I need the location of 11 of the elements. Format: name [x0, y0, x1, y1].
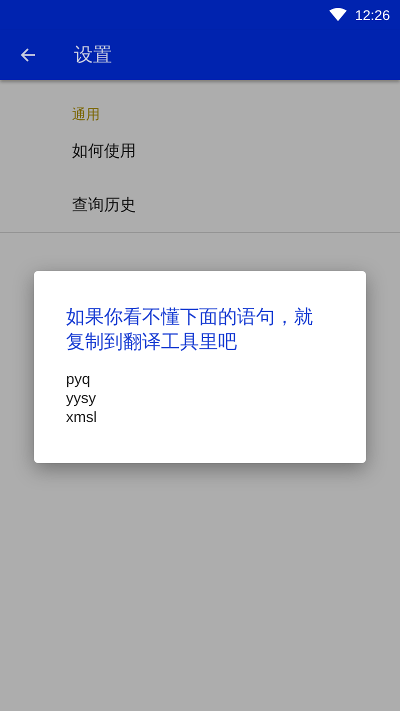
dialog-text: yysy [66, 389, 96, 408]
app-bar-title: 设置 [74, 43, 112, 68]
settings-item[interactable]: 查询历史 [72, 192, 136, 246]
section-header: 通用 [72, 106, 100, 124]
dialog-text: pyq [66, 370, 90, 389]
settings-item[interactable]: 如何使用 [72, 138, 136, 192]
status-time: 12:26 [354, 7, 390, 23]
dialog-title: 如果你看不懂下面的语句，就复制到翻译工具里吧 [66, 305, 314, 355]
wifi-icon [328, 8, 347, 22]
back-arrow-icon [20, 47, 36, 63]
dialog-text: xmsl [66, 408, 97, 427]
